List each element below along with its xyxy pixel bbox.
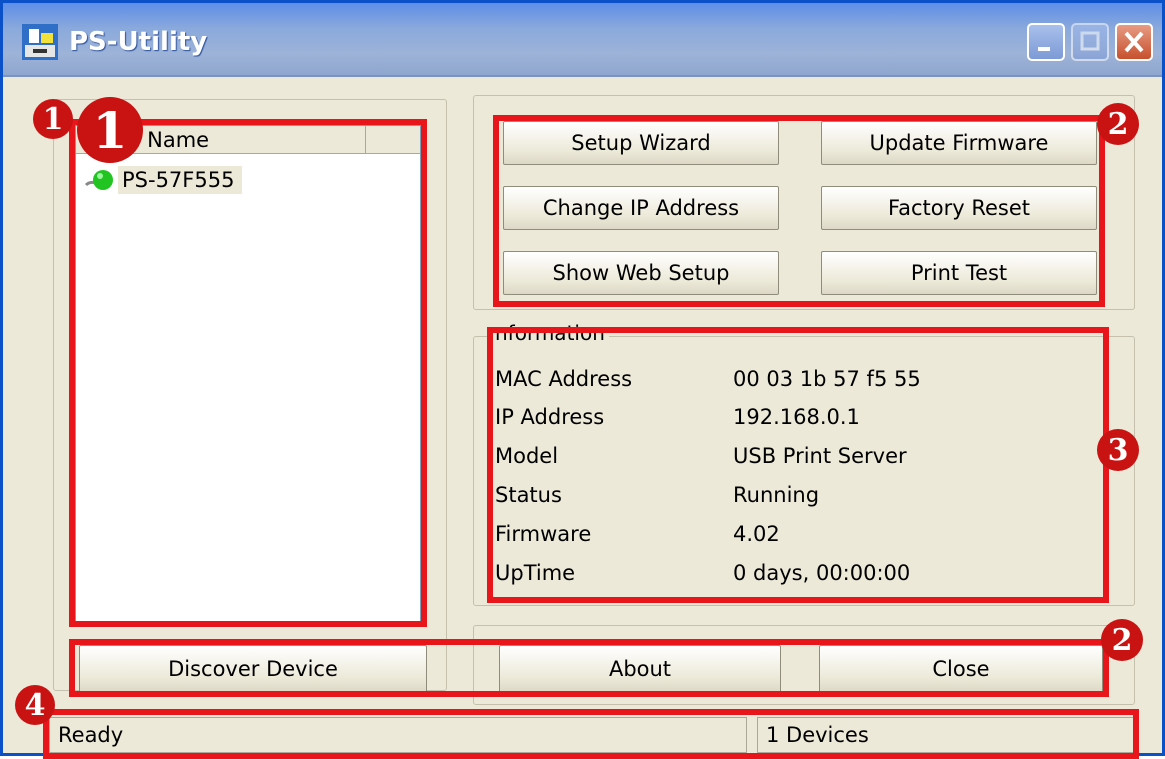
column-header-extra[interactable] [366,126,420,154]
print-test-button[interactable]: Print Test [821,251,1097,295]
title-bar[interactable]: PS-Utility [3,3,1162,77]
model-label: Model [495,444,559,468]
mac-address-value: 00 03 1b 57 f5 55 [733,367,921,391]
annotation-badge-1-large: 1 [77,97,143,163]
maximize-icon [1080,31,1100,51]
setup-wizard-button[interactable]: Setup Wizard [503,121,779,165]
close-window-button[interactable] [1115,23,1153,61]
ps-utility-window: PS-Utility ce Name PS-57F555 Setup Wizar… [0,0,1165,759]
status-value: Running [733,483,820,507]
minimize-button[interactable] [1027,23,1065,61]
ip-address-label: IP Address [495,405,605,429]
show-web-setup-button[interactable]: Show Web Setup [503,251,779,295]
annotation-badge-2-top: 2 [1097,103,1139,145]
device-name: PS-57F555 [118,166,243,194]
device-online-icon [84,170,113,190]
annotation-badge-1-small: 1 [33,99,73,139]
ip-address-value: 192.168.0.1 [733,405,860,429]
device-count: 1 Devices [757,717,1135,753]
annotation-badge-2-bottom: 2 [1101,619,1143,661]
uptime-label: UpTime [495,561,576,585]
firmware-value: 4.02 [733,522,780,546]
factory-reset-button[interactable]: Factory Reset [821,186,1097,230]
about-button[interactable]: About [499,645,781,693]
firmware-label: Firmware [495,522,592,546]
close-button[interactable]: Close [819,645,1103,693]
annotation-badge-3: 3 [1097,429,1139,471]
mac-address-label: MAC Address [495,367,633,391]
close-icon [1124,31,1144,53]
device-list-item[interactable]: PS-57F555 [84,162,243,198]
window-title: PS-Utility [69,27,208,57]
maximize-button[interactable] [1071,23,1109,61]
discover-device-button[interactable]: Discover Device [79,645,427,693]
status-label: Status [495,483,562,507]
minimize-icon [1038,47,1050,51]
uptime-value: 0 days, 00:00:00 [733,561,911,585]
information-legend: nformation [491,321,609,345]
update-firmware-button[interactable]: Update Firmware [821,121,1097,165]
status-text: Ready [49,717,747,753]
device-list[interactable]: ce Name PS-57F555 [75,125,421,623]
app-logo-icon [22,24,58,60]
annotation-badge-4: 4 [15,685,55,725]
model-value: USB Print Server [733,444,907,468]
change-ip-address-button[interactable]: Change IP Address [503,186,779,230]
